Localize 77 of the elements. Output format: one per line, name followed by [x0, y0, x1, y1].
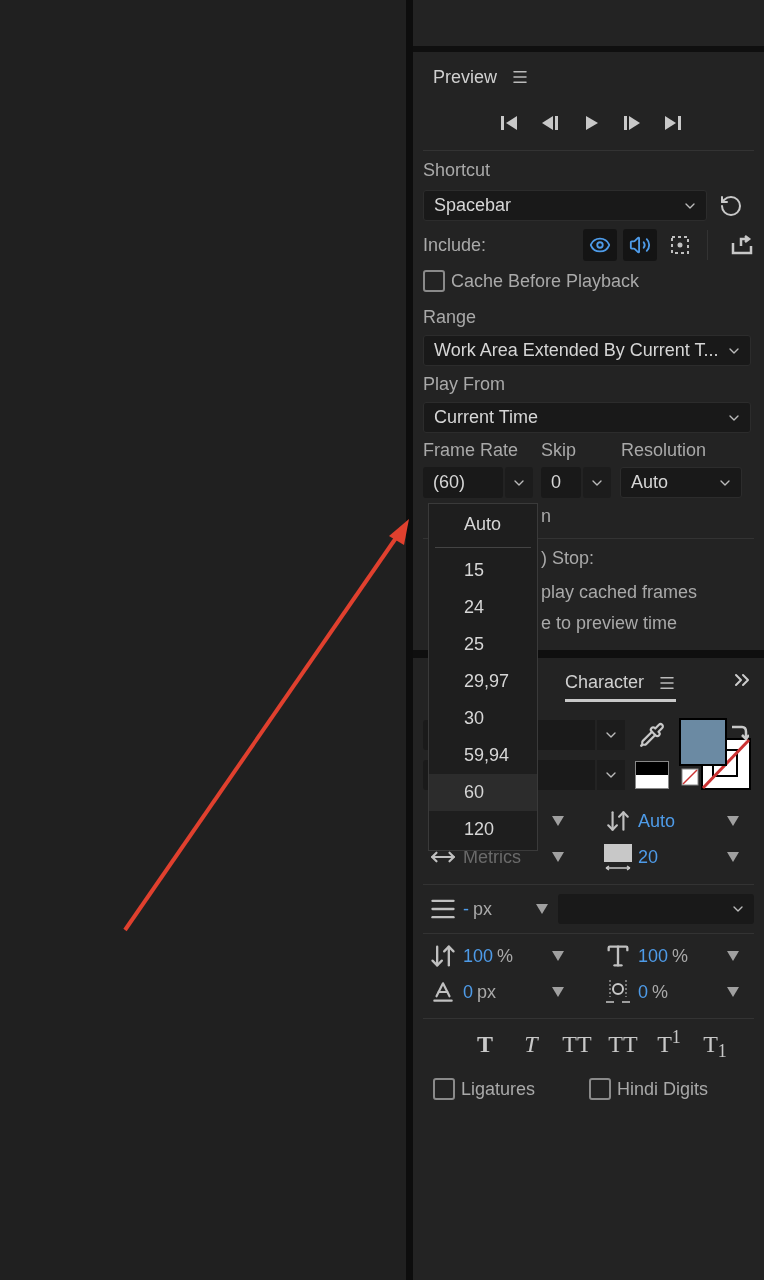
- menu-item[interactable]: 15: [429, 552, 537, 589]
- value-text[interactable]: 100: [463, 942, 494, 970]
- value-text[interactable]: 20: [638, 843, 659, 871]
- overlay-icon: [669, 234, 691, 256]
- bold-button[interactable]: T: [463, 1026, 507, 1062]
- field-label: Frame Rate: [423, 438, 520, 462]
- panel-title: Preview: [433, 65, 498, 89]
- eyedropper-icon[interactable]: [639, 722, 665, 748]
- value-text[interactable]: 100: [638, 942, 669, 970]
- tracking-icon: [602, 842, 634, 872]
- panel-tab[interactable]: Character: [565, 669, 645, 696]
- field-label: Skip: [541, 438, 577, 462]
- caret-icon[interactable]: [552, 951, 564, 961]
- value-text[interactable]: -: [463, 895, 469, 923]
- superscript-button[interactable]: T$^{1}$: [647, 1026, 691, 1062]
- caret-icon[interactable]: [727, 816, 739, 826]
- unit-text: %: [672, 944, 689, 968]
- reset-icon[interactable]: [719, 193, 743, 218]
- skip-icon[interactable]: [621, 113, 642, 133]
- value-text[interactable]: Auto: [638, 807, 676, 835]
- menu-item[interactable]: 25: [429, 626, 537, 663]
- field-label: Include:: [423, 233, 488, 257]
- menu-item[interactable]: 60: [429, 774, 537, 811]
- checkbox[interactable]: Ligatures: [433, 1075, 536, 1103]
- skip-caret-button[interactable]: [583, 467, 611, 498]
- small-caps-button[interactable]: TT: [601, 1026, 645, 1062]
- field-label: Resolution: [621, 438, 707, 462]
- caret-icon[interactable]: [552, 987, 564, 997]
- caret-icon[interactable]: [536, 904, 548, 914]
- option-text: e to preview time: [541, 611, 678, 635]
- range-dropdown[interactable]: Work Area Extended By Current T...: [423, 335, 751, 366]
- export-icon[interactable]: [730, 234, 754, 256]
- all-caps-button[interactable]: TT: [555, 1026, 599, 1062]
- menu-item[interactable]: 29,97: [429, 663, 537, 700]
- video-toggle[interactable]: [583, 229, 617, 261]
- unit-text: px: [473, 897, 492, 921]
- menu-item[interactable]: Auto: [429, 506, 537, 543]
- option-text: n: [541, 504, 551, 528]
- fill-swatch[interactable]: [679, 718, 727, 766]
- none-swatch-icon[interactable]: [681, 768, 699, 786]
- checkbox[interactable]: Hindi Digits: [589, 1075, 709, 1103]
- field-label: Range: [423, 305, 477, 329]
- value-text[interactable]: 0: [463, 978, 473, 1006]
- audio-toggle[interactable]: [623, 229, 657, 261]
- italic-button[interactable]: T: [509, 1026, 553, 1062]
- skip-icon[interactable]: [662, 113, 683, 133]
- menu-item[interactable]: 30: [429, 700, 537, 737]
- value-text[interactable]: 0: [638, 978, 648, 1006]
- unit-text: px: [477, 980, 497, 1004]
- subscript-button[interactable]: T$_{1}$: [693, 1026, 737, 1062]
- menu-item[interactable]: 24: [429, 589, 537, 626]
- up-down-arrows-icon: [605, 808, 631, 834]
- shortcut-dropdown[interactable]: Spacebar: [423, 190, 707, 221]
- field-label: Play From: [423, 372, 505, 396]
- caret-icon[interactable]: [727, 852, 739, 862]
- option-text: play cached frames: [541, 580, 698, 604]
- menu-icon[interactable]: [511, 68, 530, 86]
- default-colors-swatch[interactable]: [635, 761, 669, 789]
- option-text: ) Stop:: [541, 546, 595, 570]
- unit-text: %: [497, 944, 514, 968]
- resolution-dropdown[interactable]: Auto: [620, 467, 742, 498]
- menu-item[interactable]: 120: [429, 811, 537, 848]
- caret-icon[interactable]: [727, 987, 739, 997]
- frame-rate-caret-button[interactable]: [505, 467, 533, 498]
- caret-icon[interactable]: [727, 951, 739, 961]
- caret-icon[interactable]: [552, 852, 564, 862]
- unit-text: %: [652, 980, 669, 1004]
- skip-field[interactable]: 0: [541, 467, 581, 498]
- frame-rate-field[interactable]: (60): [423, 467, 503, 498]
- speaker-icon: [629, 234, 651, 256]
- play-from-dropdown[interactable]: Current Time: [423, 402, 751, 433]
- menu-item[interactable]: 59,94: [429, 737, 537, 774]
- baseline-icon: [430, 979, 456, 1005]
- caret-icon[interactable]: [552, 816, 564, 826]
- skip-icon[interactable]: [498, 113, 519, 133]
- checkbox[interactable]: Cache Before Playback: [423, 267, 640, 295]
- field-label: Shortcut: [423, 159, 491, 182]
